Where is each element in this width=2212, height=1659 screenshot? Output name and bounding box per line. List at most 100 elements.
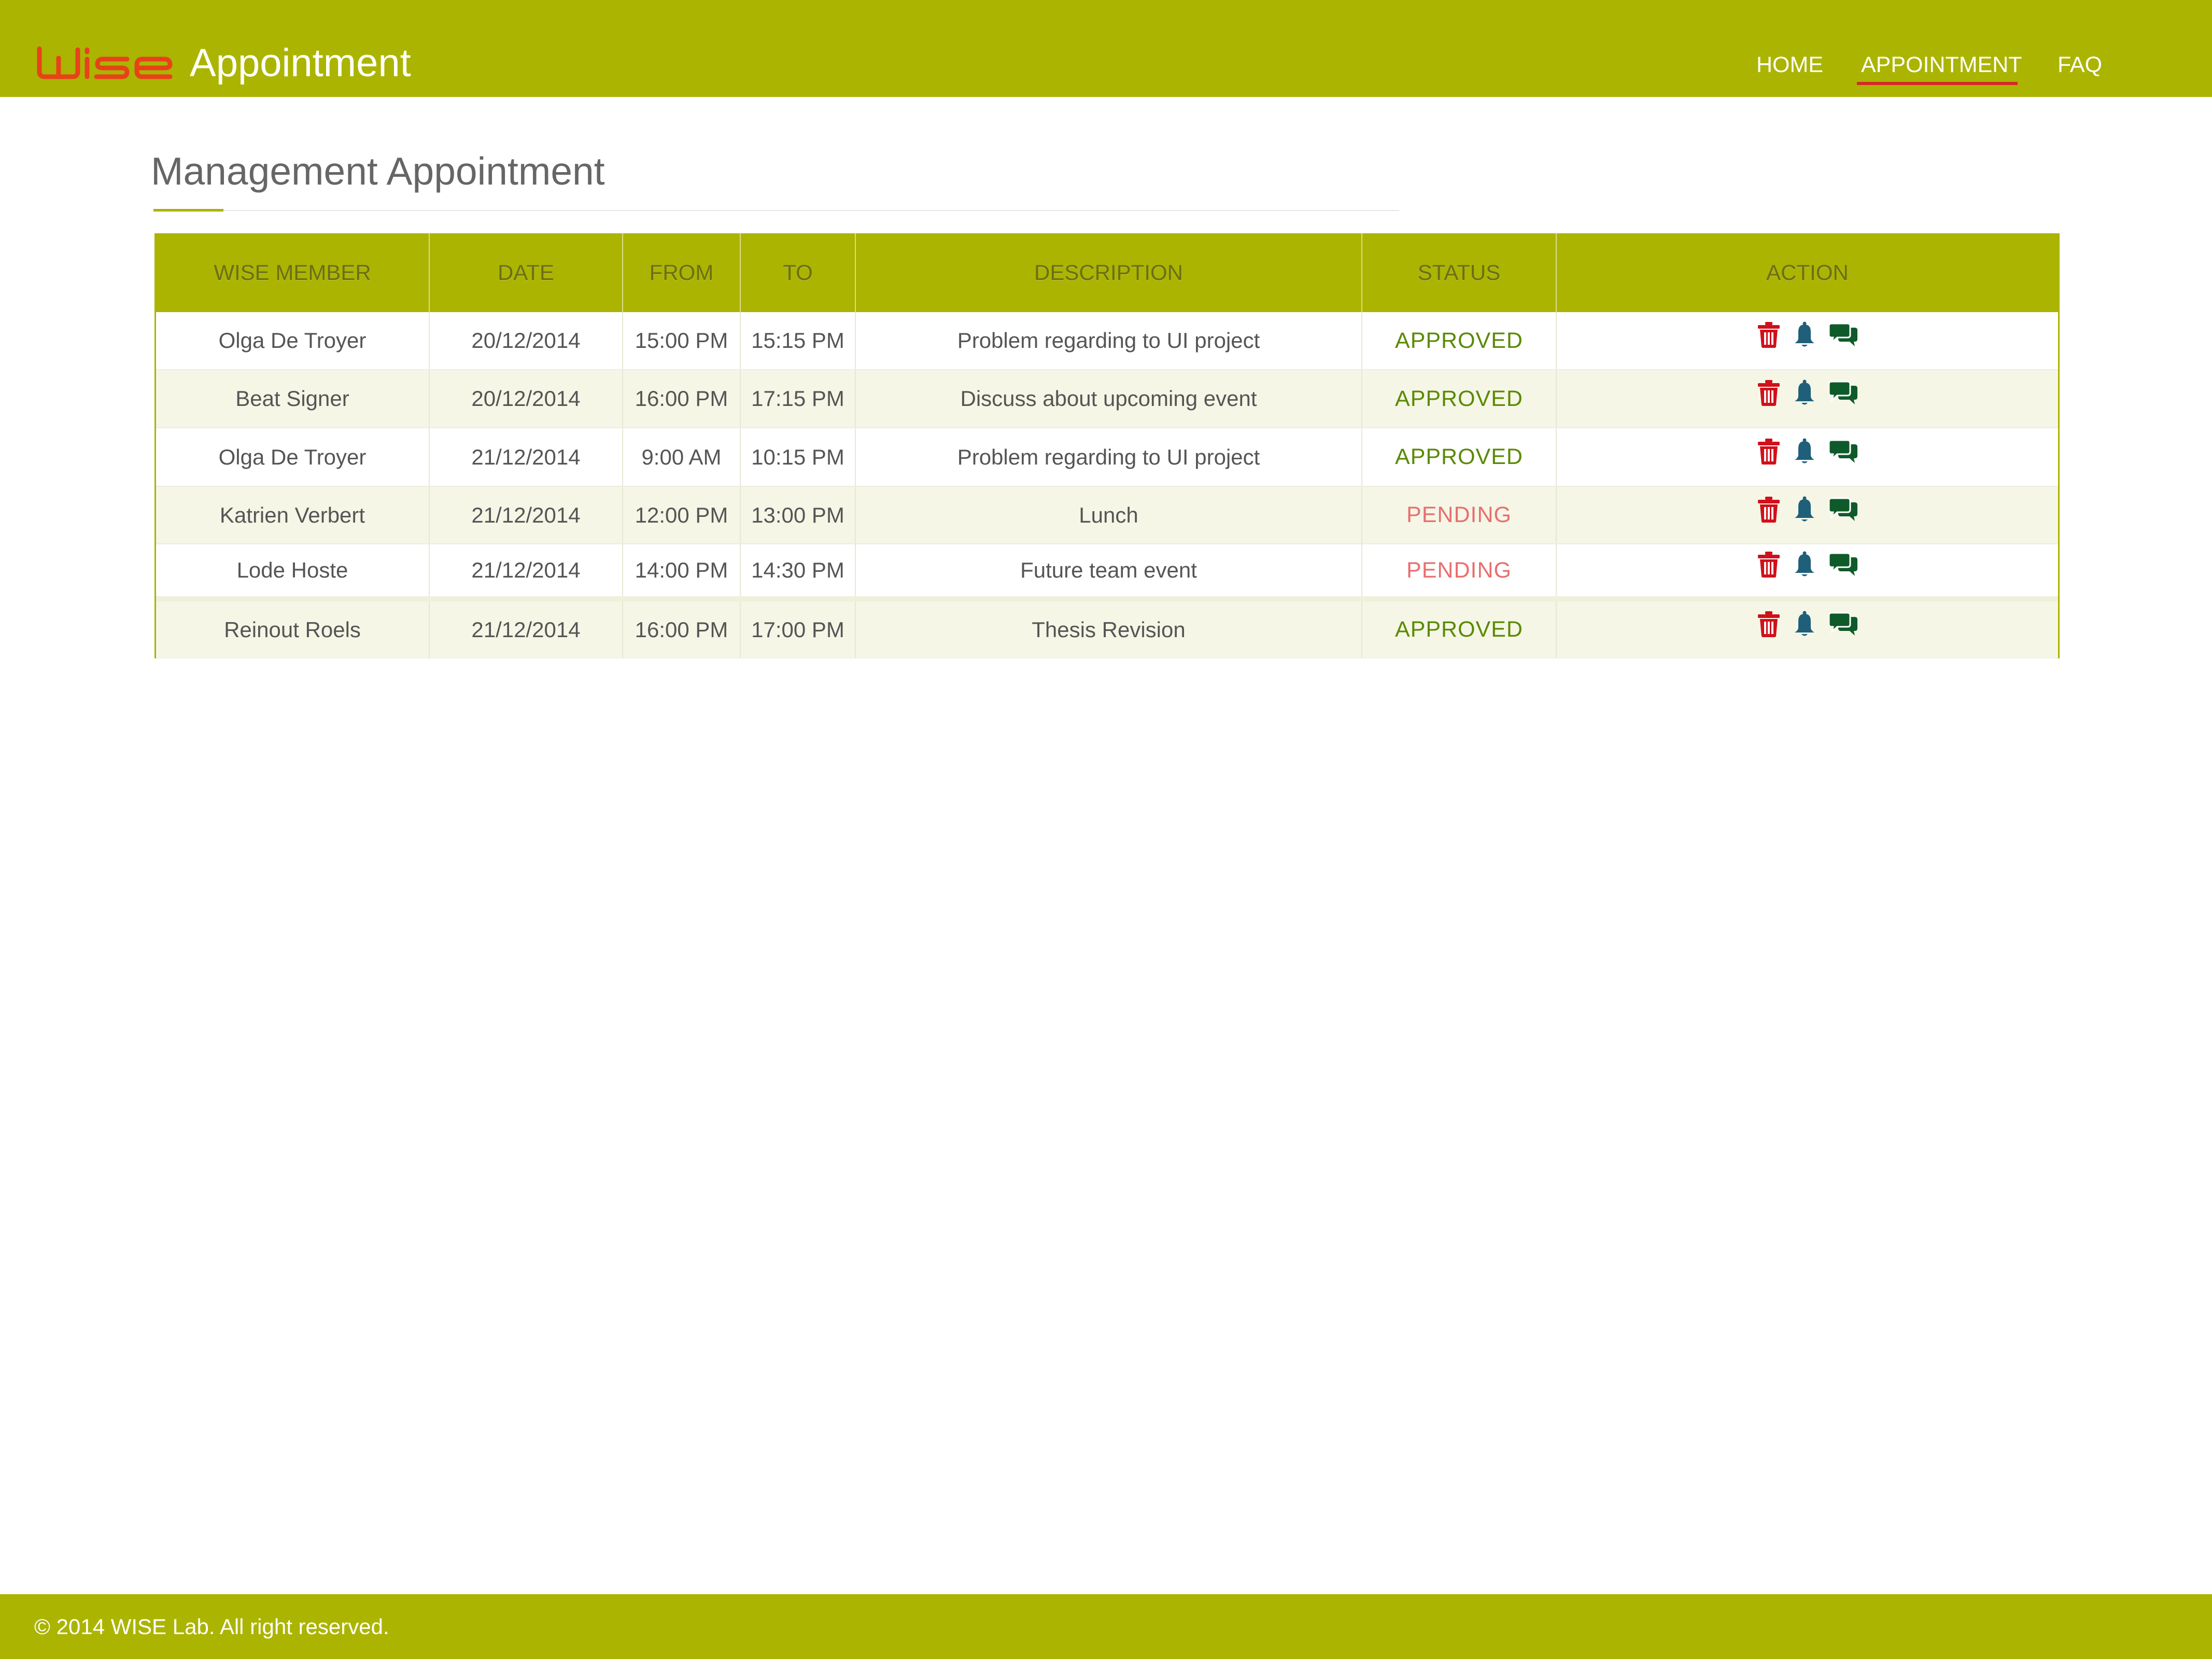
status-badge: APPROVED [1361,428,1556,487]
bell-icon [1794,611,1815,642]
cell-actions [1556,312,2058,370]
message-button[interactable] [1828,439,1858,464]
trash-icon [1757,322,1780,353]
chat-icon [1828,612,1858,641]
table-row[interactable]: Olga De Troyer 21/12/2014 9:00 AM 10:15 PM P… [156,428,2058,487]
cell-date: 21/12/2014 [429,544,623,599]
cell-date: 21/12/2014 [429,428,623,487]
cell-to: 17:00 PM [740,599,855,658]
cell-date: 21/12/2014 [429,486,623,544]
cell-from: 15:00 PM [622,312,740,370]
row-action-group [1757,496,1858,523]
cell-description: Thesis Revision [855,599,1362,658]
remind-button[interactable] [1794,321,1815,348]
remind-button[interactable] [1794,551,1815,578]
column-header-action: ACTION [1556,233,2058,312]
delete-button[interactable] [1757,551,1780,578]
cell-member: Lode Hoste [156,544,429,599]
cell-member: Reinout Roels [156,599,429,658]
trash-icon [1757,496,1780,528]
row-action-group [1757,611,1858,638]
column-header-status[interactable]: STATUS [1361,233,1556,312]
chat-icon [1828,381,1858,410]
delete-button[interactable] [1757,379,1780,406]
trash-icon [1757,552,1780,583]
cell-member: Olga De Troyer [156,428,429,487]
table-row[interactable]: Lode Hoste 21/12/2014 14:00 PM 14:30 PM Futu… [156,544,2058,599]
cell-to: 14:30 PM [740,544,855,599]
cell-actions [1556,486,2058,544]
cell-description: Problem regarding to UI project [855,312,1362,370]
remind-button[interactable] [1794,611,1815,638]
column-header-date[interactable]: DATE [429,233,623,312]
row-action-group [1757,379,1858,406]
status-badge: APPROVED [1361,599,1556,658]
appointment-table: WISE MEMBER DATE FROM TO DESCRIPTION STA… [156,233,2058,658]
title-divider [153,210,1399,211]
cell-from: 14:00 PM [622,544,740,599]
cell-date: 20/12/2014 [429,312,623,370]
copyright-text: © 2014 WISE Lab. All right reserved. [34,1614,389,1639]
nav-faq-link[interactable]: FAQ [2058,49,2102,80]
message-button[interactable] [1828,497,1858,522]
cell-to: 15:15 PM [740,312,855,370]
app-title: Appointment [190,41,411,85]
appointment-table-container: WISE MEMBER DATE FROM TO DESCRIPTION STA… [154,233,2060,658]
message-button[interactable] [1828,381,1858,405]
table-row[interactable]: Katrien Verbert 21/12/2014 12:00 PM 13:00 P… [156,486,2058,544]
table-row[interactable]: Reinout Roels 21/12/2014 16:00 PM 17:00 PM T… [156,599,2058,658]
cell-date: 21/12/2014 [429,599,623,658]
cell-member: Beat Signer [156,370,429,428]
column-header-from[interactable]: FROM [622,233,740,312]
status-badge: APPROVED [1361,370,1556,428]
table-row[interactable]: Olga De Troyer 20/12/2014 15:00 PM 15:15 PM… [156,312,2058,370]
cell-actions [1556,599,2058,658]
cell-to: 13:00 PM [740,486,855,544]
remind-button[interactable] [1794,496,1815,523]
nav-appointment-link[interactable]: APPOINTMENT [1861,49,2022,80]
message-button[interactable] [1828,612,1858,637]
remind-button[interactable] [1794,438,1815,465]
title-divider-accent [153,209,223,212]
message-button[interactable] [1828,552,1858,577]
remind-button[interactable] [1794,379,1815,406]
delete-button[interactable] [1757,321,1780,348]
row-action-group [1757,438,1858,465]
bell-icon [1794,379,1815,411]
cell-actions [1556,544,2058,599]
cell-member: Katrien Verbert [156,486,429,544]
trash-icon [1757,380,1780,411]
cell-actions [1556,428,2058,487]
cell-member: Olga De Troyer [156,312,429,370]
cell-description: Problem regarding to UI project [855,428,1362,487]
nav-active-indicator [1857,82,2018,85]
page-title: Management Appointment [151,149,605,193]
cell-description: Discuss about upcoming event [855,370,1362,428]
cell-from: 9:00 AM [622,428,740,487]
message-button[interactable] [1828,322,1858,347]
bell-icon [1794,496,1815,528]
column-header-to[interactable]: TO [740,233,855,312]
delete-button[interactable] [1757,438,1780,465]
table-header-row: WISE MEMBER DATE FROM TO DESCRIPTION STA… [156,233,2058,312]
table-row[interactable]: Beat Signer 20/12/2014 16:00 PM 17:15 PM Dis… [156,370,2058,428]
delete-button[interactable] [1757,611,1780,638]
trash-icon [1757,438,1780,470]
nav-home-link[interactable]: HOME [1756,49,1823,80]
cell-from: 12:00 PM [622,486,740,544]
cell-to: 17:15 PM [740,370,855,428]
chat-icon [1828,552,1858,582]
cell-from: 16:00 PM [622,370,740,428]
column-header-description[interactable]: DESCRIPTION [855,233,1362,312]
cell-date: 20/12/2014 [429,370,623,428]
cell-actions [1556,370,2058,428]
footer: © 2014 WISE Lab. All right reserved. [0,1594,2212,1659]
status-badge: PENDING [1361,544,1556,599]
status-badge: APPROVED [1361,312,1556,370]
column-header-member[interactable]: WISE MEMBER [156,233,429,312]
bell-icon [1794,321,1815,353]
chat-icon [1828,497,1858,527]
cell-from: 16:00 PM [622,599,740,658]
wise-logo[interactable] [36,45,174,81]
delete-button[interactable] [1757,496,1780,523]
